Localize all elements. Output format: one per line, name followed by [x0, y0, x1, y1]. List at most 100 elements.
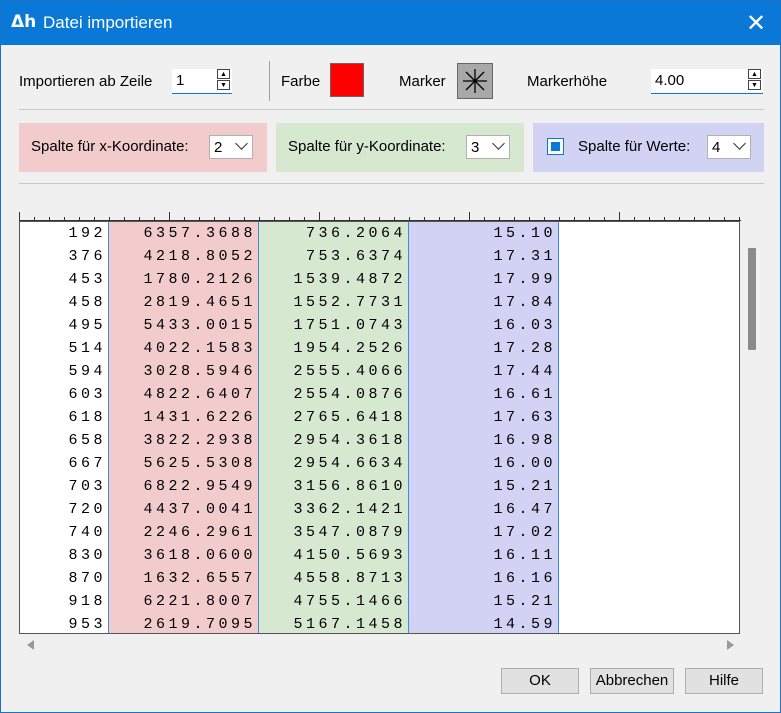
- table-cell: 594: [68, 363, 106, 380]
- data-preview-table: 192 6357.3688 736.2064 15.10 376 4218.8052 753…: [19, 221, 740, 634]
- table-row: 514 4022.1583 1954.2526 17.28: [20, 337, 739, 360]
- table-cell: 3547.0879: [293, 524, 406, 541]
- ruler-tick: [619, 212, 620, 221]
- table-cell: 6221.8007: [143, 593, 256, 610]
- import-from-row-value: 1: [176, 72, 185, 89]
- ruler-tick: [19, 212, 20, 221]
- cancel-button[interactable]: Abbrechen: [590, 668, 674, 694]
- vertical-scrollbar[interactable]: [742, 221, 762, 634]
- table-cell: 753.6374: [305, 248, 406, 265]
- table-cell: 453: [68, 271, 106, 288]
- table-cell: 2554.0876: [293, 386, 406, 403]
- ruler-tick: [319, 212, 320, 221]
- table-cell: 16.61: [493, 386, 556, 403]
- table-cell: 4437.0041: [143, 501, 256, 518]
- import-dialog: Δh Datei importieren ✕ Importieren ab Ze…: [0, 0, 781, 713]
- divider: [19, 109, 764, 110]
- values-column-select[interactable]: 4: [707, 135, 751, 159]
- column-ruler[interactable]: [19, 209, 741, 221]
- table-cell: 192: [68, 225, 106, 242]
- table-cell: 870: [68, 570, 106, 587]
- chevron-down-icon: [492, 137, 505, 150]
- table-cell: 16.47: [493, 501, 556, 518]
- x-column-value: 2: [214, 139, 223, 156]
- spin-up-icon[interactable]: ▲: [217, 69, 230, 79]
- horizontal-scrollbar[interactable]: [19, 635, 740, 657]
- table-row: 603 4822.6407 2554.0876 16.61: [20, 383, 739, 406]
- table-cell: 17.44: [493, 363, 556, 380]
- table-cell: 2954.3618: [293, 432, 406, 449]
- table-cell: 3618.0600: [143, 547, 256, 564]
- close-icon: ✕: [745, 9, 767, 37]
- table-cell: 1539.4872: [293, 271, 406, 288]
- table-cell: 3362.1421: [293, 501, 406, 518]
- marker-label: Marker: [399, 73, 446, 90]
- y-column-label: Spalte für y-Koordinate:: [288, 138, 446, 155]
- table-cell: 4822.6407: [143, 386, 256, 403]
- close-button[interactable]: ✕: [742, 9, 770, 37]
- table-cell: 830: [68, 547, 106, 564]
- table-cell: 4755.1466: [293, 593, 406, 610]
- scroll-left-icon[interactable]: [27, 640, 34, 650]
- scroll-right-icon[interactable]: [727, 640, 734, 650]
- table-cell: 14.59: [493, 616, 556, 633]
- table-cell: 2619.7095: [143, 616, 256, 633]
- marker-height-label: Markerhöhe: [527, 73, 608, 90]
- help-button[interactable]: Hilfe: [685, 668, 763, 694]
- table-cell: 16.98: [493, 432, 556, 449]
- table-cell: 458: [68, 294, 106, 311]
- delta-h-app-icon: Δh: [11, 12, 37, 32]
- table-cell: 16.16: [493, 570, 556, 587]
- spin-down-icon[interactable]: ▼: [217, 80, 230, 90]
- table-cell: 1431.6226: [143, 409, 256, 426]
- table-cell: 376: [68, 248, 106, 265]
- values-column-checkbox[interactable]: [547, 138, 564, 155]
- table-cell: 720: [68, 501, 106, 518]
- dialog-title: Datei importieren: [43, 13, 173, 32]
- chevron-down-icon: [235, 137, 248, 150]
- table-cell: 3028.5946: [143, 363, 256, 380]
- divider: [19, 183, 764, 184]
- table-cell: 953: [68, 616, 106, 633]
- table-cell: 1780.2126: [143, 271, 256, 288]
- x-column-select[interactable]: 2: [209, 135, 253, 159]
- table-cell: 15.21: [493, 593, 556, 610]
- table-cell: 6357.3688: [143, 225, 256, 242]
- table-cell: 2819.4651: [143, 294, 256, 311]
- spin-up-icon[interactable]: ▲: [748, 69, 761, 79]
- table-cell: 4558.8713: [293, 570, 406, 587]
- ok-button[interactable]: OK: [501, 668, 579, 694]
- import-from-row-spinner[interactable]: 1 ▲ ▼: [172, 69, 232, 94]
- table-cell: 17.84: [493, 294, 556, 311]
- vertical-scrollbar-thumb[interactable]: [748, 248, 756, 350]
- table-cell: 3156.8610: [293, 478, 406, 495]
- marker-button[interactable]: [457, 63, 493, 99]
- spin-down-icon[interactable]: ▼: [748, 80, 761, 90]
- y-column-select[interactable]: 3: [466, 135, 510, 159]
- y-column-value: 3: [471, 139, 480, 156]
- table-cell: 603: [68, 386, 106, 403]
- table-cell: 5433.0015: [143, 317, 256, 334]
- table-cell: 618: [68, 409, 106, 426]
- table-cell: 667: [68, 455, 106, 472]
- ruler-tick: [469, 212, 470, 221]
- x-column-label: Spalte für x-Koordinate:: [31, 138, 189, 155]
- table-cell: 6822.9549: [143, 478, 256, 495]
- table-cell: 4022.1583: [143, 340, 256, 357]
- table-cell: 17.31: [493, 248, 556, 265]
- table-cell: 918: [68, 593, 106, 610]
- table-row: 658 3822.2938 2954.3618 16.98: [20, 429, 739, 452]
- color-swatch-button[interactable]: [330, 63, 364, 97]
- table-cell: 15.21: [493, 478, 556, 495]
- table-row: 740 2246.2961 3547.0879 17.02: [20, 521, 739, 544]
- table-cell: 17.63: [493, 409, 556, 426]
- checkbox-checked-icon: [551, 142, 560, 151]
- table-cell: 17.02: [493, 524, 556, 541]
- chevron-down-icon: [733, 137, 746, 150]
- table-cell: 3822.2938: [143, 432, 256, 449]
- values-column-label: Spalte für Werte:: [578, 138, 691, 155]
- marker-height-value: 4.00: [655, 72, 685, 89]
- table-cell: 4150.5693: [293, 547, 406, 564]
- marker-height-spinner[interactable]: 4.00 ▲ ▼: [651, 69, 763, 94]
- x-column-panel: Spalte für x-Koordinate: 2: [19, 123, 267, 172]
